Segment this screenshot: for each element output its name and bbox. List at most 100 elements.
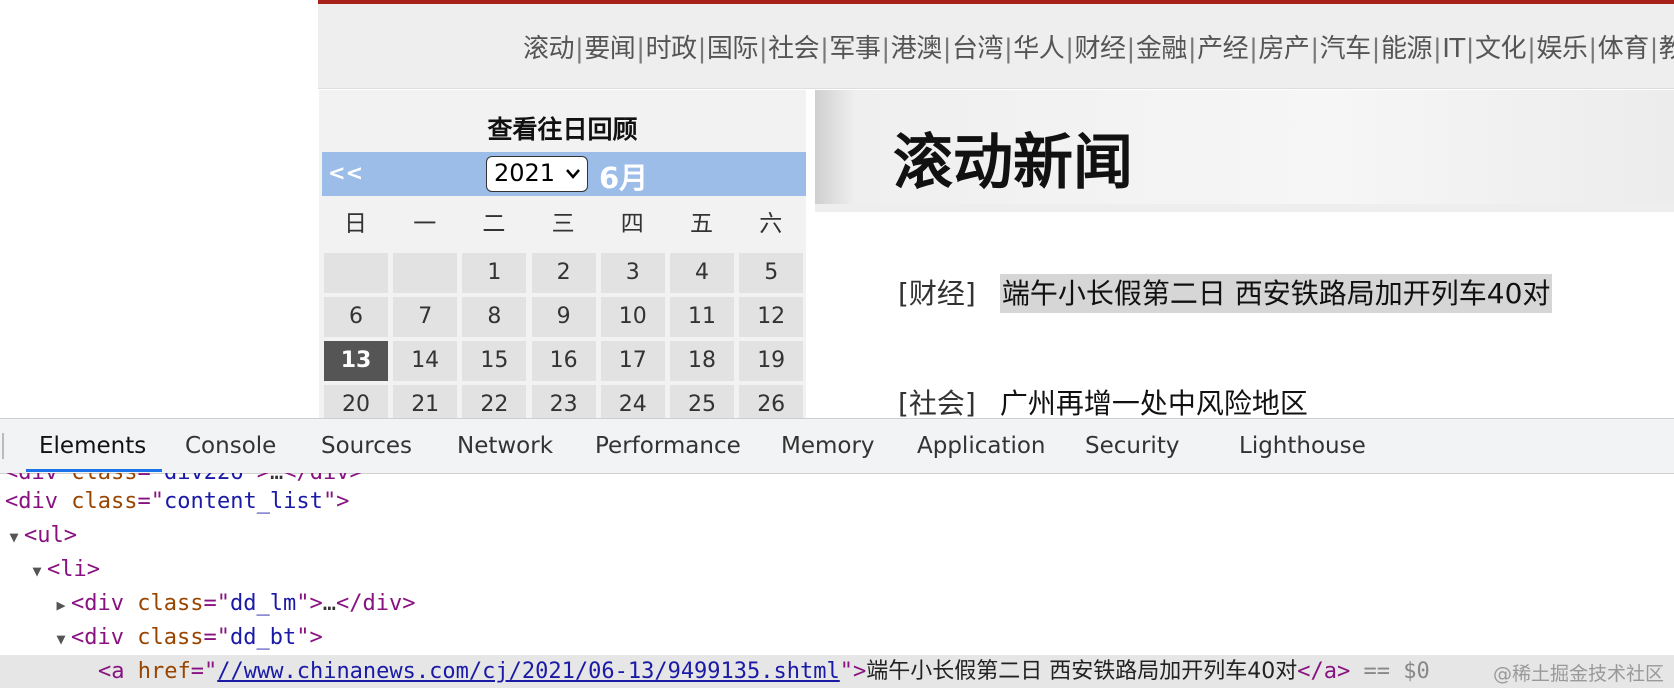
nav-item[interactable]: 娱乐: [1536, 34, 1588, 64]
href-link[interactable]: //www.chinanews.com/cj/2021/06-13/949913…: [217, 659, 840, 684]
calendar-day[interactable]: 15: [462, 341, 527, 381]
nav-separator: |: [881, 34, 890, 64]
elements-dom-tree: <div class="div226">…</div> <div class="…: [0, 473, 1674, 695]
archive-calendar: 查看往日回顾 << 2021 6月 日一二三四五六 1 2 3 4 5 6 7 8 9 10 11 1…: [319, 90, 806, 418]
tab-memory[interactable]: Memory: [781, 433, 875, 459]
expanded-triangle-icon[interactable]: ▼: [4, 521, 24, 554]
nav-item[interactable]: 能源: [1381, 34, 1433, 64]
devtools-tab-bar: Elements Console Sources Network Perform…: [0, 419, 1674, 474]
nav-item[interactable]: 要闻: [584, 34, 636, 64]
nav-separator: |: [1527, 34, 1536, 64]
weekday-label: 二: [482, 211, 506, 237]
calendar-day[interactable]: 16: [531, 341, 596, 381]
weekday-label: 四: [620, 211, 644, 237]
calendar-day[interactable]: 14: [393, 341, 458, 381]
nav-item[interactable]: 台湾: [952, 34, 1004, 64]
nav-item[interactable]: 教: [1659, 34, 1674, 64]
nav-item[interactable]: 产经: [1197, 34, 1249, 64]
calendar-day[interactable]: 12: [739, 297, 804, 337]
nav-separator: |: [758, 34, 768, 64]
tab-performance[interactable]: Performance: [595, 433, 741, 459]
nav-item[interactable]: 华人: [1013, 34, 1065, 64]
nav-item[interactable]: 社会: [768, 34, 820, 64]
tab-application[interactable]: Application: [917, 433, 1046, 459]
news-category[interactable]: [财经]: [898, 277, 976, 310]
nav-item[interactable]: 文化: [1475, 34, 1527, 64]
tab-security[interactable]: Security: [1085, 433, 1179, 459]
calendar-day[interactable]: 3: [600, 253, 665, 293]
nav-item[interactable]: 国际: [707, 34, 759, 64]
calendar-day[interactable]: 13: [324, 341, 388, 381]
nav-item[interactable]: 房产: [1258, 34, 1310, 64]
calendar-day[interactable]: 7: [393, 297, 458, 337]
nav-item[interactable]: 军事: [829, 34, 881, 64]
tab-elements[interactable]: Elements: [39, 433, 146, 459]
nav-item[interactable]: 汽车: [1320, 34, 1372, 64]
calendar-day[interactable]: 5: [739, 253, 804, 293]
nav-item[interactable]: 港澳: [891, 34, 943, 64]
devtools-panel: Elements Console Sources Network Perform…: [0, 418, 1674, 695]
expanded-triangle-icon[interactable]: ▼: [27, 555, 47, 588]
news-title-link[interactable]: 广州再增一处中风险地区: [1000, 387, 1308, 418]
dom-node[interactable]: <div class="content_list">: [0, 485, 1674, 518]
nav-separator: |: [820, 34, 829, 64]
content-header: 滚动新闻: [815, 90, 1674, 212]
calendar-day[interactable]: 25: [670, 385, 734, 418]
calendar-day[interactable]: 26: [739, 385, 804, 418]
tab-network[interactable]: Network: [457, 433, 553, 459]
calendar-day[interactable]: 24: [600, 385, 665, 418]
calendar-day[interactable]: 2: [531, 253, 596, 293]
nav-item[interactable]: 时政: [646, 34, 698, 64]
nav-item[interactable]: 金融: [1136, 34, 1188, 64]
calendar-day[interactable]: 10: [600, 297, 665, 337]
dom-node[interactable]: ▼ <li>: [0, 553, 1674, 586]
calendar-day[interactable]: 23: [531, 385, 596, 418]
news-category[interactable]: [社会]: [898, 387, 976, 418]
calendar-day-empty: [324, 253, 388, 293]
calendar-day[interactable]: 9: [531, 297, 596, 337]
browser-viewport: 滚动|要闻|时政|国际|社会|军事|港澳|台湾|华人|财经|金融|产经|房产|汽…: [0, 0, 1674, 418]
nav-separator: |: [1126, 34, 1136, 64]
nav-separator: |: [1588, 34, 1597, 64]
calendar-title: 查看往日回顾: [487, 115, 638, 144]
tab-sources[interactable]: Sources: [321, 433, 412, 459]
expanded-triangle-icon[interactable]: ▼: [51, 623, 71, 656]
tab-lighthouse[interactable]: Lighthouse: [1239, 433, 1366, 459]
dom-node[interactable]: ▼ <div class="dd_bt">: [0, 621, 1674, 654]
calendar-day[interactable]: 4: [670, 253, 734, 293]
prev-month-link[interactable]: <<: [328, 161, 363, 185]
year-select[interactable]: 2021: [486, 156, 588, 192]
nav-separator: |: [697, 34, 707, 64]
nav-item[interactable]: IT: [1442, 34, 1465, 64]
selected-node-marker: == $0: [1363, 659, 1430, 684]
dom-node-selected[interactable]: <a href="//www.chinanews.com/cj/2021/06-…: [0, 655, 1674, 688]
calendar-day[interactable]: 20: [324, 385, 388, 418]
nav-separator: |: [1465, 34, 1475, 64]
weekday-label: 六: [759, 211, 783, 237]
chevron-down-icon: [565, 157, 581, 202]
nav-item[interactable]: 滚动: [523, 34, 575, 64]
calendar-day[interactable]: 6: [324, 297, 388, 337]
nav-separator: |: [942, 34, 952, 64]
anchor-text: 端午小长假第二日 西安铁路局加开列车40对: [866, 659, 1298, 684]
dom-node[interactable]: ▶ <div class="dd_lm">…</div>: [0, 587, 1674, 620]
devtools-divider: [2, 433, 4, 459]
tab-console[interactable]: Console: [185, 433, 276, 459]
page-title: 滚动新闻: [893, 128, 1133, 198]
collapsed-triangle-icon[interactable]: ▶: [51, 589, 71, 622]
nav-item[interactable]: 体育: [1598, 34, 1650, 64]
news-title-link[interactable]: 端午小长假第二日 西安铁路局加开列车40对: [999, 274, 1553, 313]
calendar-day[interactable]: 18: [670, 341, 734, 381]
calendar-day[interactable]: 19: [739, 341, 804, 381]
calendar-day[interactable]: 17: [600, 341, 665, 381]
nav-item[interactable]: 财经: [1075, 34, 1127, 64]
rolling-news: 滚动新闻 [财经] 端午小长假第二日 西安铁路局加开列车40对 [社会] 广州再增一…: [815, 90, 1674, 418]
calendar-day[interactable]: 21: [393, 385, 458, 418]
nav-separator: |: [1432, 34, 1442, 64]
calendar-day[interactable]: 11: [670, 297, 734, 337]
nav-separator: |: [575, 34, 584, 64]
calendar-day[interactable]: 1: [462, 253, 527, 293]
dom-node[interactable]: ▼ <ul>: [0, 519, 1674, 552]
calendar-day[interactable]: 8: [462, 297, 527, 337]
calendar-day[interactable]: 22: [462, 385, 527, 418]
